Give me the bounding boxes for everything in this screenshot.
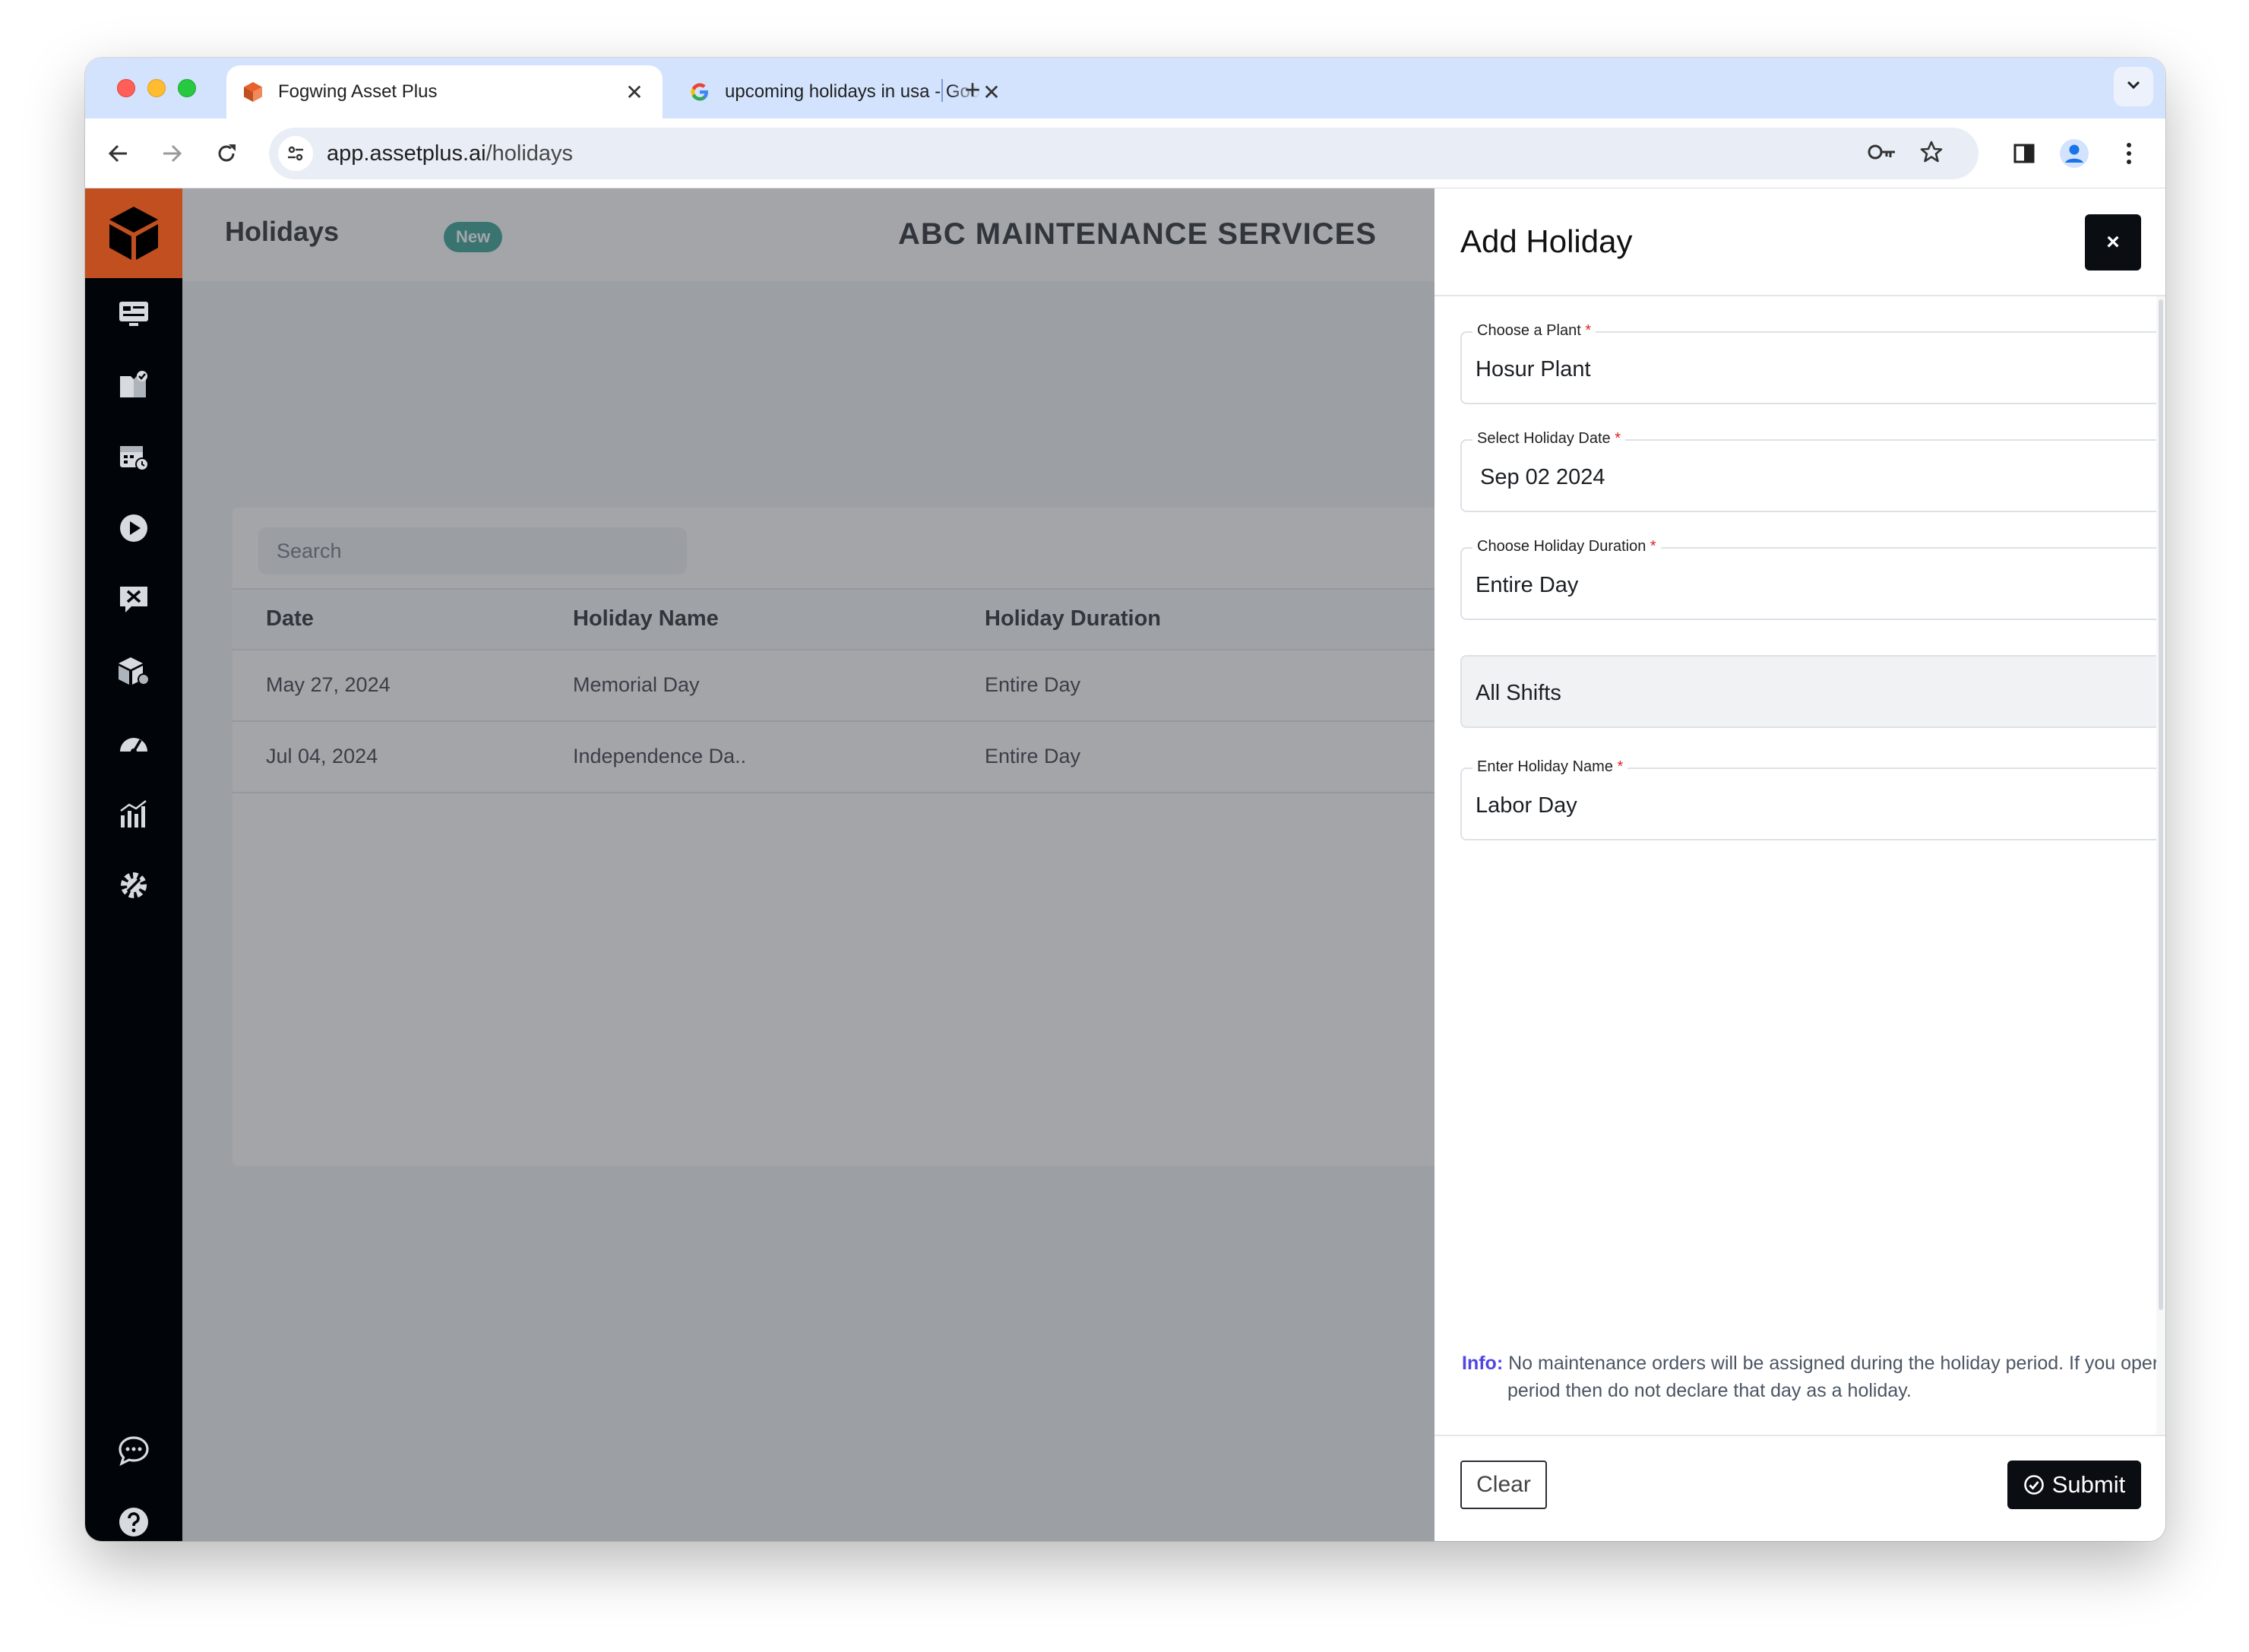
- plant-label: Choose a Plant *: [1472, 322, 1596, 340]
- browser-window: Fogwing Asset Plus ✕ upcoming holidays i…: [85, 58, 2165, 1541]
- work-orders-icon: [120, 371, 147, 397]
- date-value: Sep 02 2024: [1480, 465, 1605, 489]
- drawer-close-button[interactable]: ×: [2085, 214, 2141, 271]
- modal-backdrop[interactable]: [182, 188, 1434, 1541]
- google-favicon-icon: [688, 81, 711, 103]
- drawer-footer: Clear Submit: [1434, 1435, 2165, 1541]
- tab-search-button[interactable]: [2114, 67, 2153, 106]
- window-close-button[interactable]: [117, 79, 135, 97]
- sidebar-item-dashboard[interactable]: [85, 278, 182, 350]
- holiday-duration-select[interactable]: Choose Holiday Duration * Entire Day: [1460, 538, 2165, 620]
- sidebar: [85, 188, 182, 1541]
- app-root: Holidays New ABC MAINTENANCE SERVICES Se…: [85, 188, 2165, 1541]
- tab-title: Fogwing Asset Plus: [278, 81, 438, 102]
- shifts-value: All Shifts: [1476, 681, 1561, 705]
- sidebar-item-run[interactable]: [85, 492, 182, 564]
- shifts-select[interactable]: All Shifts: [1460, 655, 2165, 728]
- analytics-icon: [120, 800, 147, 828]
- add-holiday-drawer: Add Holiday × Choose a Plant * Hosur Pla…: [1434, 188, 2165, 1541]
- cube-logo-icon: [109, 207, 158, 260]
- check-circle-icon: [2023, 1475, 2044, 1495]
- assets-icon: [119, 657, 150, 685]
- url-text: app.assetplus.ai/holidays: [327, 141, 573, 166]
- back-button[interactable]: [102, 137, 135, 170]
- sidebar-item-calendar[interactable]: [85, 421, 182, 492]
- settings-gear-icon: [121, 872, 147, 898]
- forward-button[interactable]: [155, 137, 188, 170]
- submit-label: Submit: [2051, 1471, 2126, 1498]
- sidebar-item-maintenance[interactable]: [85, 564, 182, 635]
- dashboard-icon: [119, 302, 148, 326]
- close-icon: ×: [2106, 229, 2120, 255]
- side-panel-icon: [2013, 144, 2035, 163]
- play-circle-icon: [120, 514, 147, 542]
- new-tab-button[interactable]: +: [956, 73, 989, 106]
- tab-strip: Fogwing Asset Plus ✕ upcoming holidays i…: [85, 58, 2165, 119]
- help-button[interactable]: [85, 1495, 182, 1541]
- maintenance-icon: [120, 587, 147, 612]
- clear-button[interactable]: Clear: [1460, 1461, 1547, 1509]
- profile-icon: [2060, 139, 2089, 168]
- name-label-text: Enter Holiday Name: [1477, 758, 1613, 775]
- sidebar-item-settings[interactable]: [85, 850, 182, 921]
- scrollbar-thumb[interactable]: [2159, 299, 2163, 1310]
- url-host: app.assetplus.ai: [327, 141, 486, 166]
- window-minimize-button[interactable]: [147, 79, 166, 97]
- plant-label-text: Choose a Plant: [1477, 322, 1581, 339]
- duration-label-text: Choose Holiday Duration: [1477, 538, 1646, 555]
- required-mark: *: [1585, 322, 1592, 339]
- plant-value: Hosur Plant: [1476, 357, 1591, 381]
- url-path: /holidays: [486, 141, 574, 166]
- app-logo[interactable]: [85, 188, 182, 278]
- date-label: Select Holiday Date *: [1472, 430, 1626, 448]
- drawer-title: Add Holiday: [1460, 223, 1633, 259]
- help-icon: [119, 1508, 148, 1536]
- gauge-icon: [120, 738, 147, 755]
- holiday-name-input[interactable]: Enter Holiday Name * Labor Day: [1460, 758, 2165, 840]
- sidebar-item-analytics[interactable]: [85, 778, 182, 850]
- address-bar[interactable]: app.assetplus.ai/holidays: [269, 128, 1979, 179]
- sidebar-item-work-orders[interactable]: [85, 350, 182, 421]
- arrow-left-icon: [108, 144, 127, 163]
- bookmark-star-icon[interactable]: [1919, 140, 1944, 168]
- duration-value: Entire Day: [1476, 573, 1579, 597]
- key-icon[interactable]: [1868, 143, 1896, 165]
- kebab-menu-icon: [2127, 143, 2131, 164]
- info-label: Info:: [1462, 1353, 1504, 1374]
- drawer-scrollbar[interactable]: [2156, 296, 2165, 1435]
- sidebar-item-meters[interactable]: [85, 707, 182, 778]
- arrow-right-icon: [163, 144, 182, 163]
- profile-avatar[interactable]: [2058, 137, 2091, 170]
- chat-support-button[interactable]: [85, 1424, 182, 1477]
- submit-button[interactable]: Submit: [2007, 1461, 2141, 1509]
- calendar-icon: [120, 446, 149, 471]
- browser-toolbar: app.assetplus.ai/holidays: [85, 119, 2165, 188]
- side-panel-button[interactable]: [2007, 137, 2041, 170]
- reload-button[interactable]: [210, 137, 243, 170]
- window-maximize-button[interactable]: [178, 79, 196, 97]
- name-label: Enter Holiday Name *: [1472, 758, 1628, 776]
- duration-label: Choose Holiday Duration *: [1472, 538, 1661, 555]
- required-mark: *: [1650, 538, 1656, 555]
- reload-icon: [218, 144, 236, 162]
- main-area: Holidays New ABC MAINTENANCE SERVICES Se…: [182, 188, 2165, 1541]
- sidebar-item-assets[interactable]: [85, 635, 182, 707]
- date-label-text: Select Holiday Date: [1477, 430, 1611, 447]
- chat-icon: [119, 1436, 149, 1467]
- chevron-down-icon: [2126, 80, 2141, 94]
- tab-separator: [941, 79, 943, 102]
- holiday-name-value: Labor Day: [1476, 793, 1577, 818]
- plant-select[interactable]: Choose a Plant * Hosur Plant: [1460, 322, 2165, 404]
- info-text: No maintenance orders will be assigned d…: [1507, 1353, 2165, 1401]
- browser-menu-button[interactable]: [2112, 137, 2146, 170]
- fogwing-favicon-icon: [242, 81, 264, 103]
- required-mark: *: [1617, 758, 1624, 775]
- holiday-date-field[interactable]: Select Holiday Date * Sep 02 2024: [1460, 430, 2165, 512]
- site-info-icon[interactable]: [278, 136, 313, 171]
- drawer-header: Add Holiday ×: [1434, 188, 2165, 296]
- info-note: Info: No maintenance orders will be assi…: [1462, 1350, 2165, 1404]
- required-mark: *: [1615, 430, 1621, 447]
